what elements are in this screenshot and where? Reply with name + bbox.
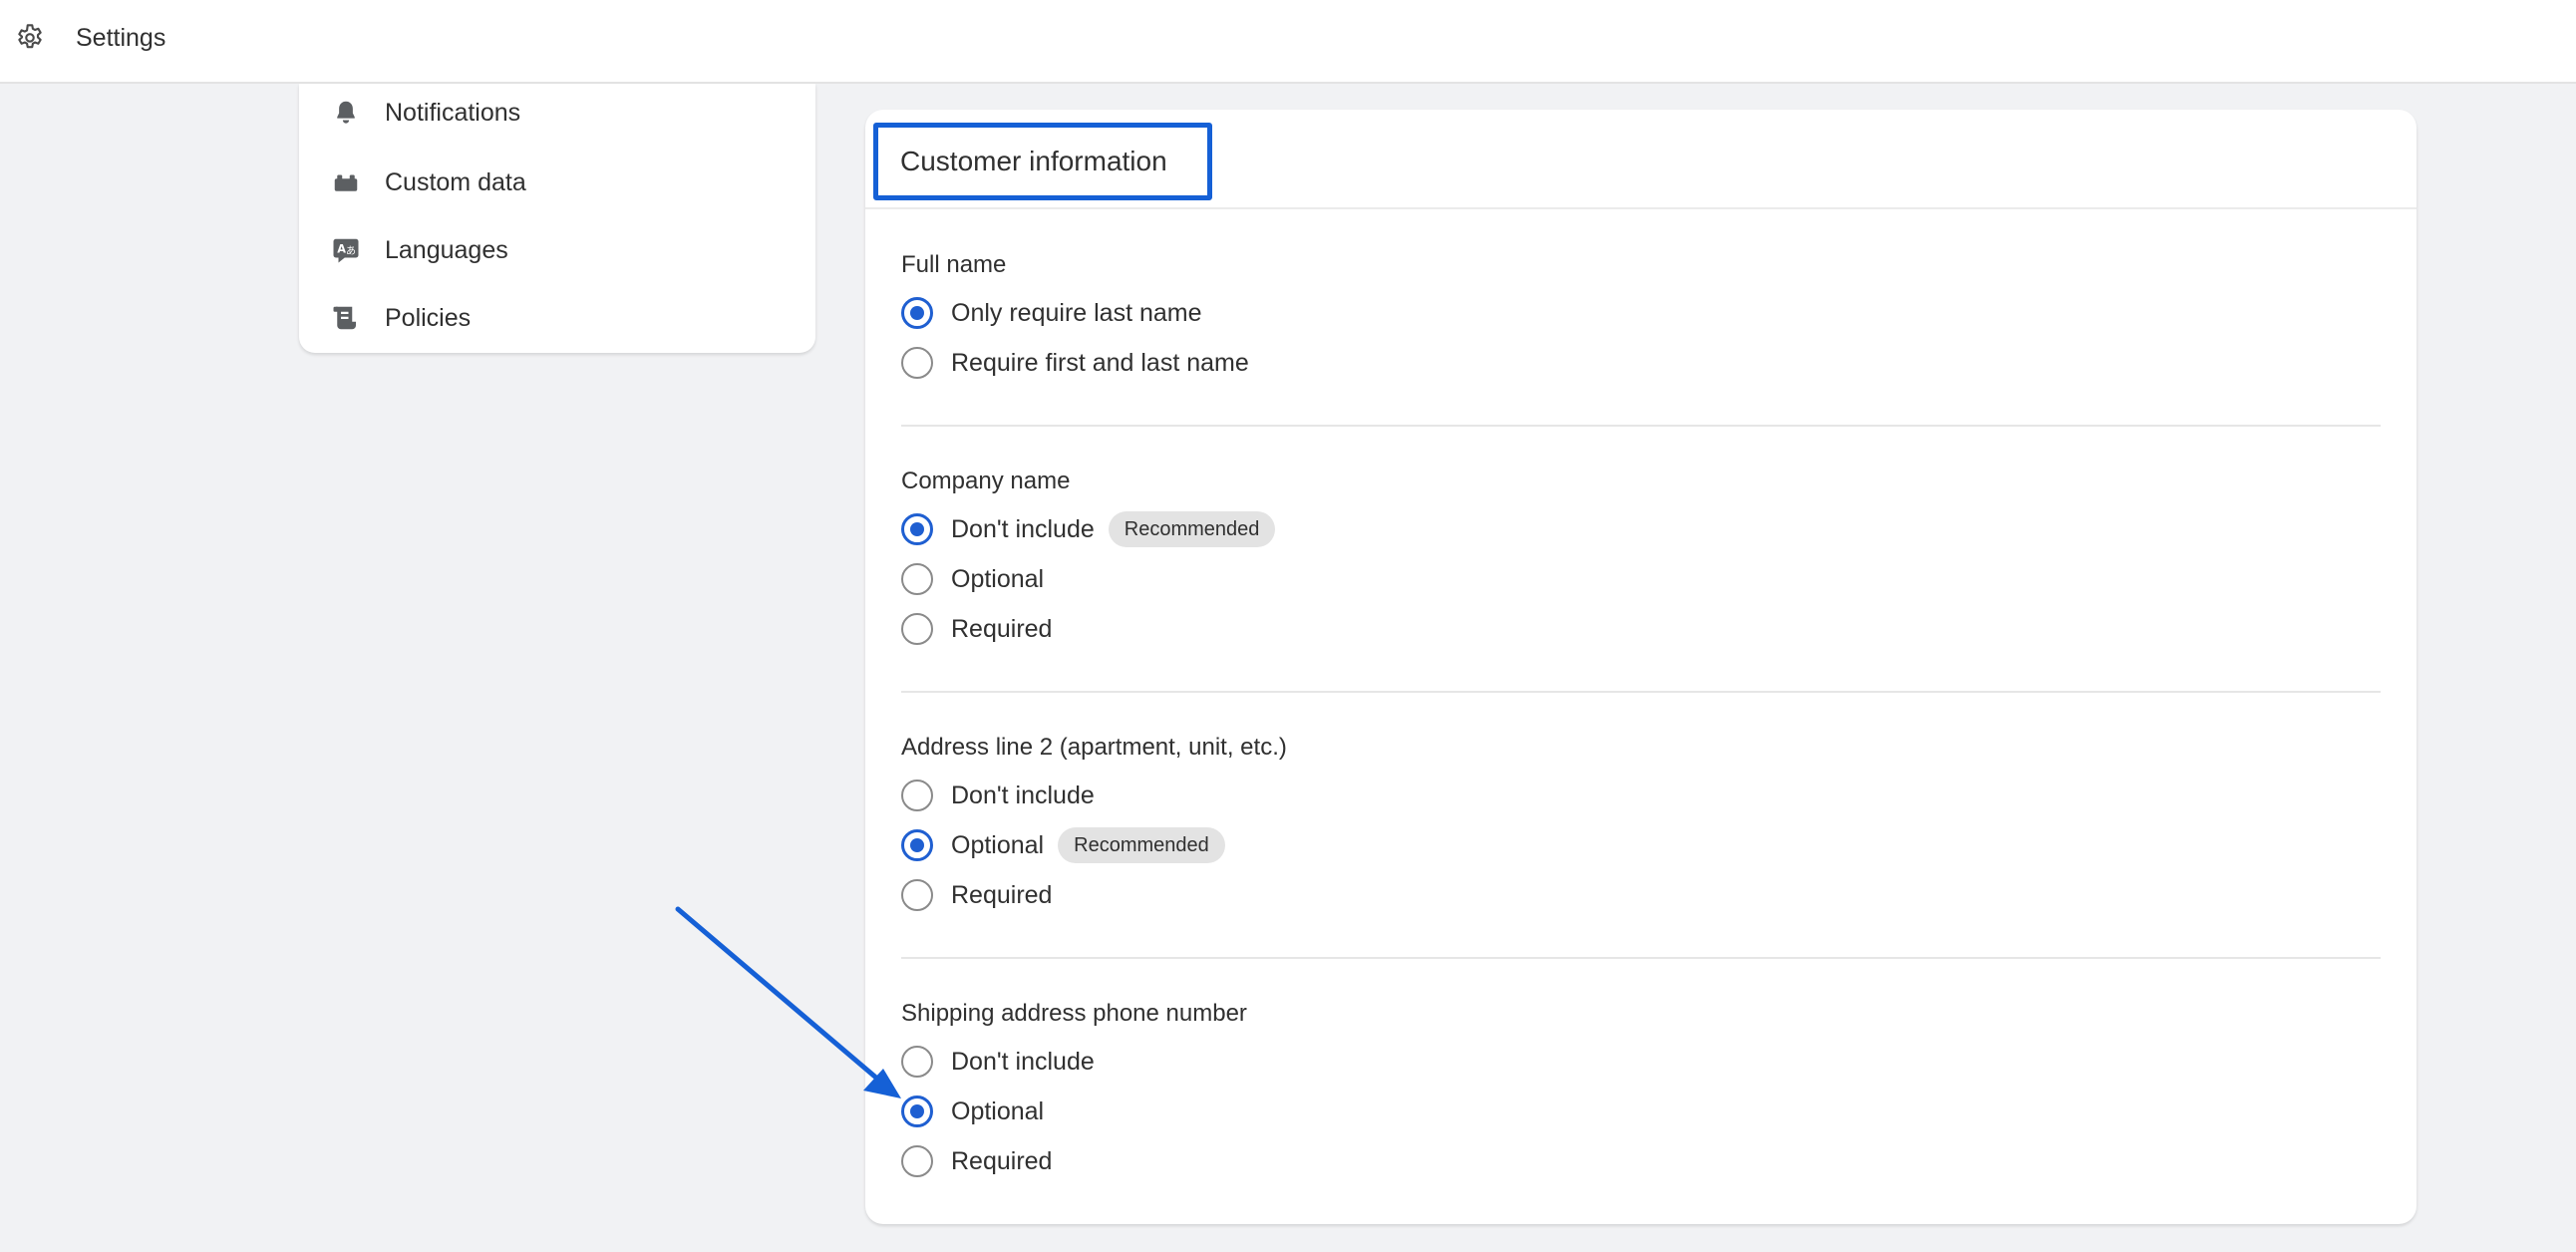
radio-button[interactable]: [901, 879, 933, 911]
gear-icon[interactable]: [14, 22, 46, 54]
customer-information-card: Customer information Full name Only requ…: [865, 110, 2416, 1224]
sidebar-item-custom-data[interactable]: Custom data: [299, 154, 815, 213]
radio-label[interactable]: Optional: [951, 828, 1044, 862]
sidebar-item-label: Custom data: [385, 168, 526, 196]
page-title: Settings: [76, 24, 166, 52]
radio-button[interactable]: [901, 563, 933, 595]
radio-option-first-and-last-name[interactable]: Require first and last name: [901, 343, 1249, 383]
section-heading: Company name: [901, 468, 1071, 494]
radio-option-dont-include[interactable]: Don't include: [901, 776, 1095, 815]
section-heading: Full name: [901, 251, 1007, 278]
radio-option-dont-include[interactable]: Don't include: [901, 1042, 1095, 1082]
full-name-section: Full name Only require last name Require…: [901, 249, 2381, 399]
radio-option-required[interactable]: Required: [901, 875, 1052, 915]
radio-button[interactable]: [901, 513, 933, 545]
sidebar-item-label: Policies: [385, 304, 472, 332]
radio-option-only-last-name[interactable]: Only require last name: [901, 293, 1202, 333]
sidebar-item-notifications[interactable]: Notifications: [299, 84, 815, 144]
recommended-badge: Recommended: [1058, 827, 1225, 863]
bell-icon: [337, 101, 355, 124]
svg-text:あ: あ: [346, 245, 356, 257]
policies-icon: [333, 306, 356, 330]
radio-label[interactable]: Require first and last name: [951, 346, 1249, 380]
section-divider: [901, 691, 2381, 693]
radio-button[interactable]: [901, 780, 933, 811]
sidebar-item-policies[interactable]: Policies: [299, 289, 815, 349]
radio-label[interactable]: Don't include: [951, 1045, 1095, 1079]
radio-label[interactable]: Required: [951, 612, 1052, 646]
section-heading: Shipping address phone number: [901, 1000, 1247, 1027]
radio-option-optional[interactable]: Optional Recommended: [901, 825, 1225, 865]
radio-label[interactable]: Optional: [951, 562, 1044, 596]
languages-icon: A あ: [333, 238, 359, 263]
radio-option-optional[interactable]: Optional: [901, 559, 1044, 599]
card-title: Customer information: [873, 123, 1212, 200]
radio-button[interactable]: [901, 1096, 933, 1127]
custom-data-icon: [334, 174, 358, 191]
section-heading: Address line 2 (apartment, unit, etc.): [901, 734, 1287, 761]
radio-label[interactable]: Don't include: [951, 779, 1095, 812]
radio-button[interactable]: [901, 829, 933, 861]
radio-option-required[interactable]: Required: [901, 609, 1052, 649]
section-divider: [901, 425, 2381, 427]
recommended-badge: Recommended: [1108, 511, 1276, 547]
radio-option-required[interactable]: Required: [901, 1141, 1052, 1181]
section-divider: [901, 957, 2381, 959]
radio-button[interactable]: [901, 297, 933, 329]
radio-button[interactable]: [901, 347, 933, 379]
address-line-2-section: Address line 2 (apartment, unit, etc.) D…: [901, 732, 2381, 921]
radio-label[interactable]: Optional: [951, 1095, 1044, 1128]
top-bar: Settings: [0, 0, 2576, 84]
radio-button[interactable]: [901, 613, 933, 645]
radio-label[interactable]: Only require last name: [951, 296, 1202, 330]
sidebar-item-languages[interactable]: A あ Languages: [299, 221, 815, 281]
card-header: Customer information: [865, 110, 2416, 209]
radio-label[interactable]: Don't include: [951, 512, 1095, 546]
radio-label[interactable]: Required: [951, 878, 1052, 912]
sidebar-item-label: Languages: [385, 236, 508, 264]
svg-text:A: A: [337, 243, 346, 256]
radio-option-optional[interactable]: Optional: [901, 1092, 1044, 1131]
settings-sidebar: Notifications Custom data A あ Languages …: [299, 84, 815, 353]
company-name-section: Company name Don't include Recommended O…: [901, 466, 2381, 655]
sidebar-item-label: Notifications: [385, 99, 521, 127]
radio-option-dont-include[interactable]: Don't include Recommended: [901, 509, 1276, 549]
shipping-phone-section: Shipping address phone number Don't incl…: [901, 998, 2381, 1187]
radio-button[interactable]: [901, 1046, 933, 1078]
radio-button[interactable]: [901, 1145, 933, 1177]
radio-label[interactable]: Required: [951, 1144, 1052, 1178]
